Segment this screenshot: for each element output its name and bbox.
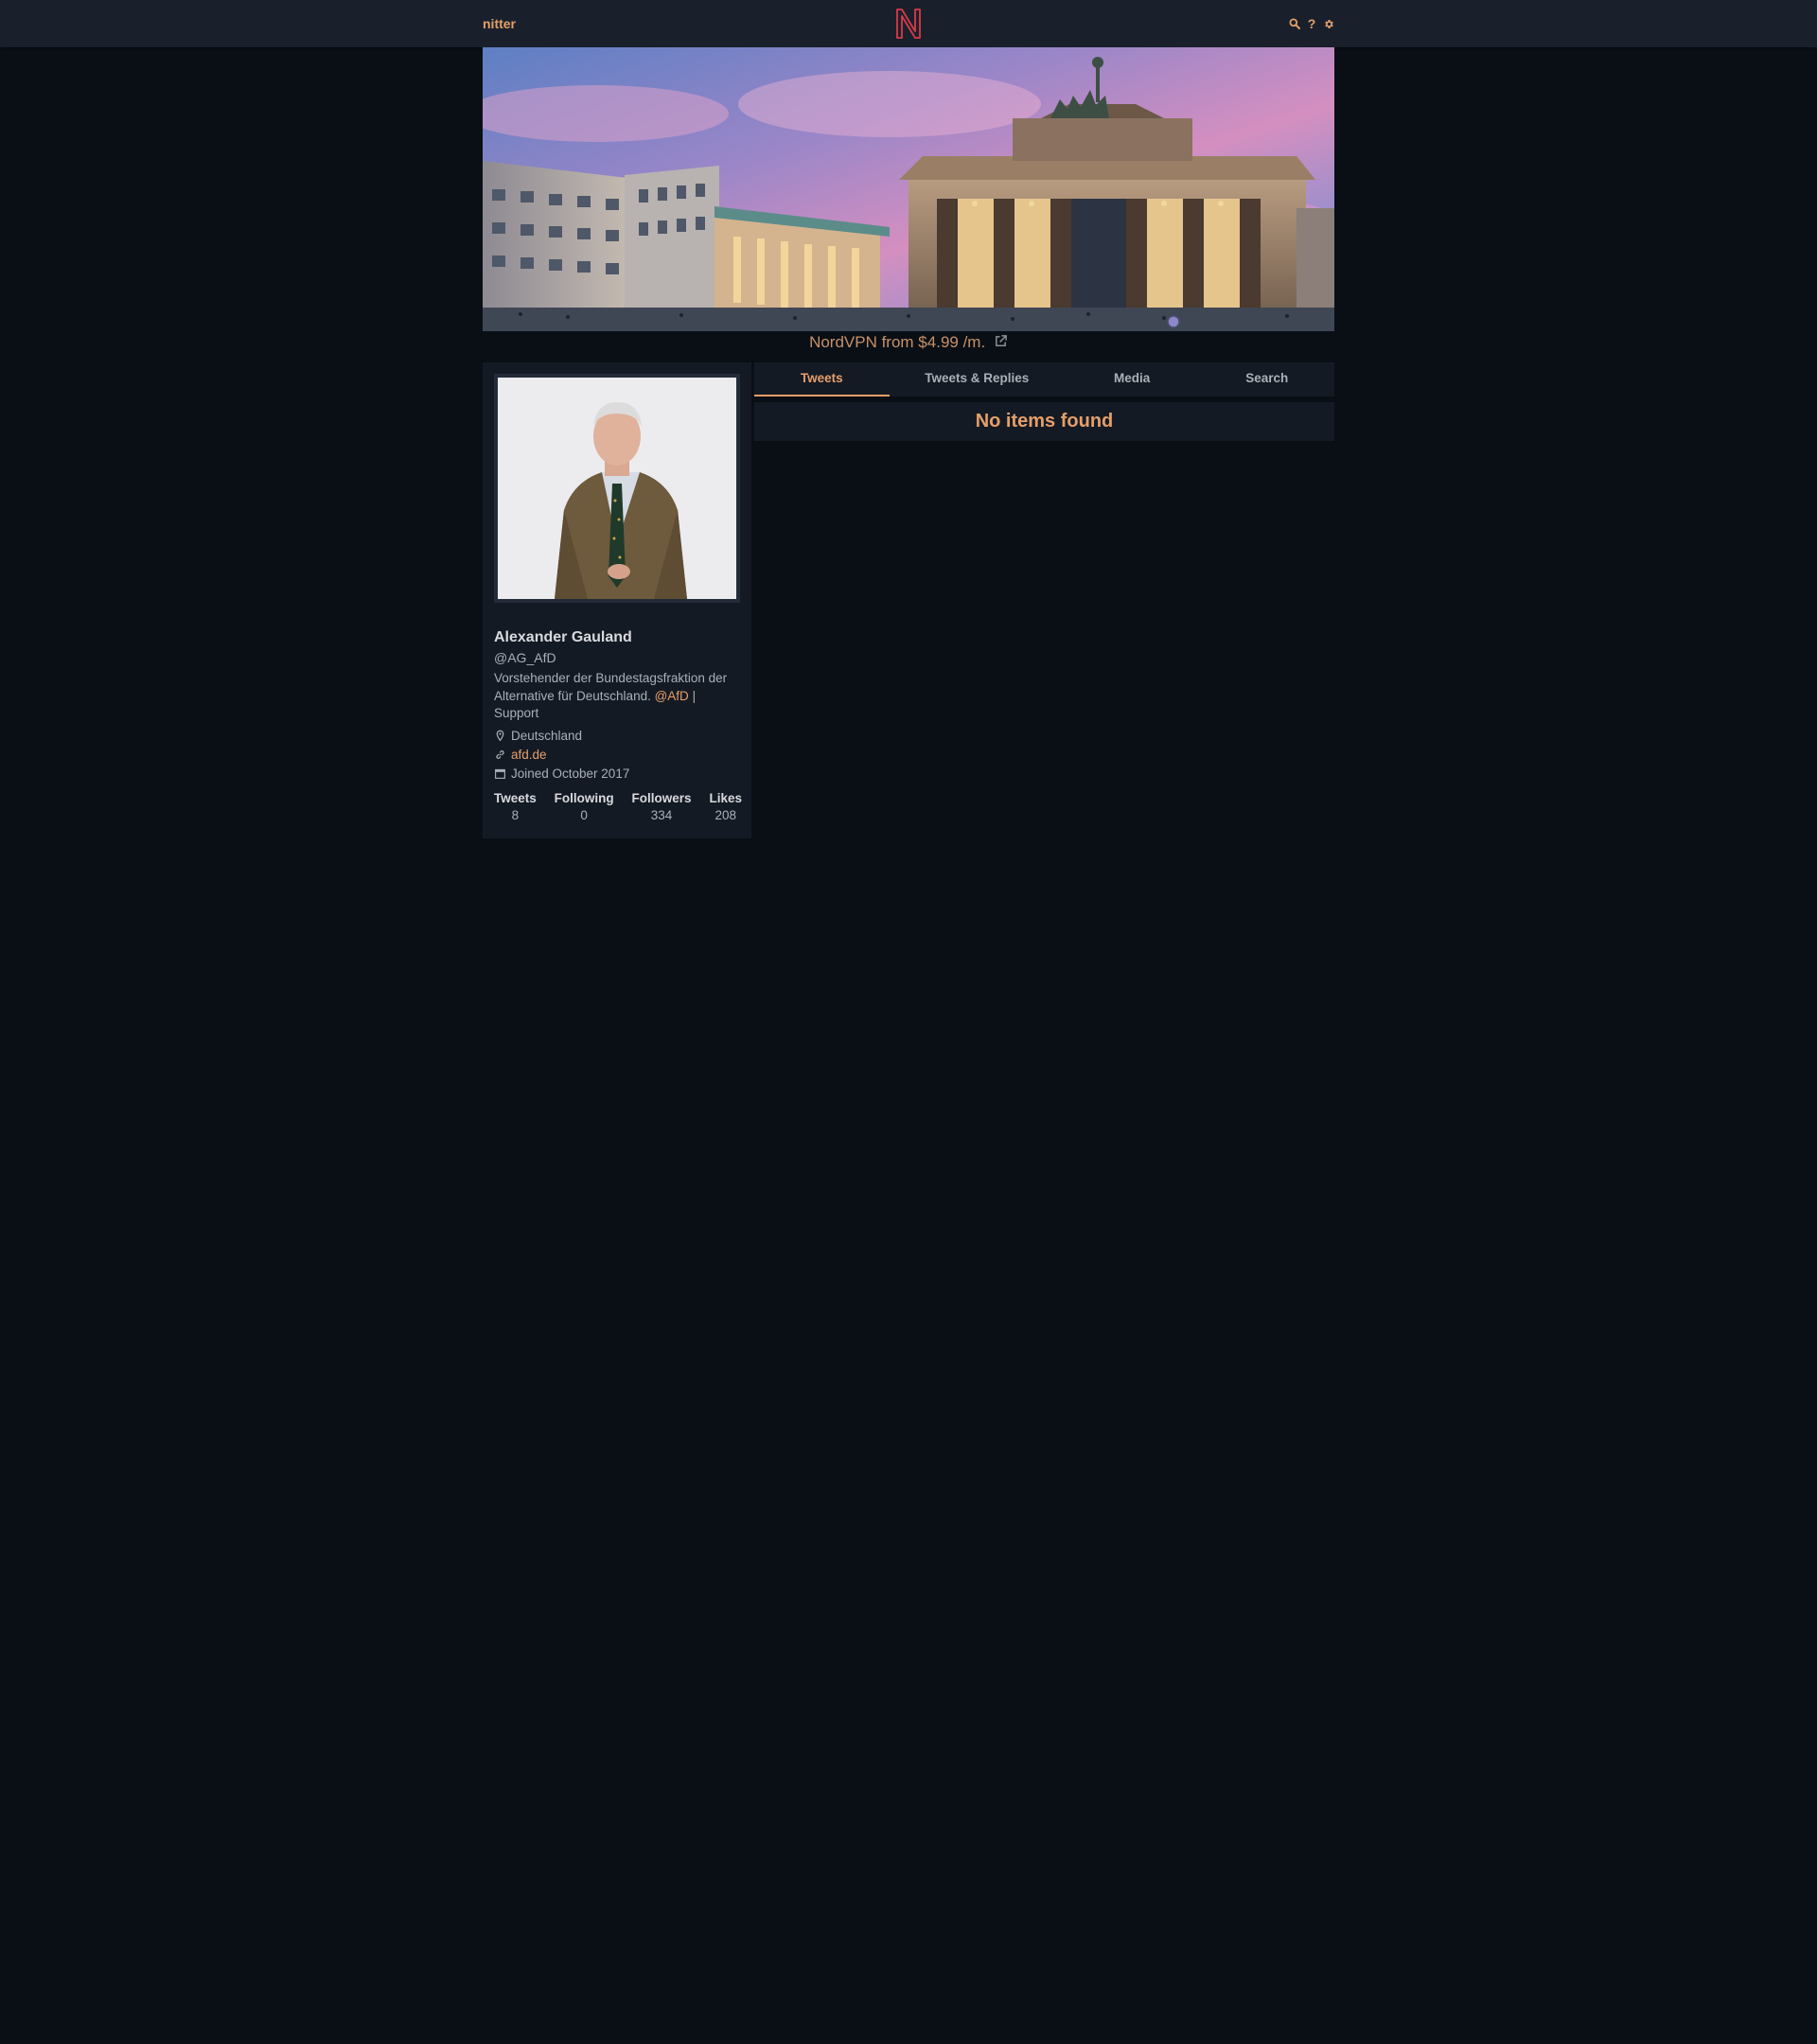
- tab-tweets-replies[interactable]: Tweets & Replies: [890, 362, 1065, 396]
- stat-label: Following: [554, 791, 614, 805]
- avatar[interactable]: [494, 374, 740, 603]
- calendar-icon: [495, 768, 505, 779]
- navbar: nitter ?: [0, 0, 1817, 47]
- stat-value: 334: [650, 808, 673, 822]
- profile-website: afd.de: [494, 748, 547, 762]
- profile-location: Deutschland: [494, 729, 582, 743]
- stat-value: 8: [511, 808, 520, 822]
- banner-image: [483, 47, 1334, 331]
- stat-following[interactable]: Following 0: [555, 791, 614, 822]
- profile-banner[interactable]: [483, 47, 1334, 331]
- sponsored-line: NordVPN from $4.99 /m.: [0, 333, 1817, 352]
- ad-link[interactable]: NordVPN from $4.99 /m.: [809, 333, 985, 351]
- joined-text: Joined October 2017: [511, 766, 630, 781]
- search-icon[interactable]: [1289, 17, 1300, 30]
- avatar-photo: [498, 378, 736, 599]
- help-icon[interactable]: ?: [1306, 16, 1317, 31]
- profile-card: Alexander Gauland @AG_AfD Vorstehender d…: [483, 362, 751, 838]
- tab-search[interactable]: Search: [1199, 362, 1334, 396]
- location-pin-icon: [496, 730, 504, 742]
- external-link-icon[interactable]: [994, 334, 1008, 348]
- stat-tweets[interactable]: Tweets 8: [494, 791, 537, 822]
- stat-likes[interactable]: Likes 208: [709, 791, 742, 822]
- nav-icons: ?: [1289, 0, 1334, 47]
- nitter-logo-icon[interactable]: [893, 7, 924, 41]
- settings-icon[interactable]: [1323, 17, 1334, 30]
- website-link[interactable]: afd.de: [511, 748, 547, 762]
- profile-fullname[interactable]: Alexander Gauland: [494, 629, 632, 646]
- stat-label: Likes: [709, 791, 742, 805]
- brand-link[interactable]: nitter: [483, 0, 516, 47]
- stat-label: Followers: [631, 791, 692, 805]
- timeline-tabs: Tweets Tweets & Replies Media Search: [754, 362, 1334, 396]
- location-text: Deutschland: [511, 729, 583, 743]
- tab-media[interactable]: Media: [1065, 362, 1200, 396]
- stat-followers[interactable]: Followers 334: [632, 791, 692, 822]
- stat-value: 208: [714, 808, 736, 822]
- tab-tweets[interactable]: Tweets: [754, 362, 890, 396]
- profile-username[interactable]: @AG_AfD: [494, 650, 556, 665]
- stat-label: Tweets: [494, 791, 537, 805]
- profile-joined: Joined October 2017: [494, 766, 629, 781]
- link-icon: [496, 750, 504, 759]
- profile-stats: Tweets 8 Following 0 Followers 334 Likes…: [494, 791, 742, 822]
- profile-bio: Vorstehender der Bundestagsfraktion der …: [494, 670, 742, 723]
- timeline-empty-message: No items found: [754, 402, 1334, 441]
- bio-mention-link[interactable]: @AfD: [655, 689, 689, 703]
- stat-value: 0: [580, 808, 588, 822]
